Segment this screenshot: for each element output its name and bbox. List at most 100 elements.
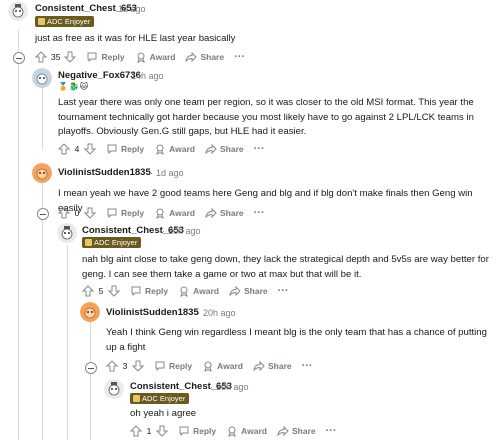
upvote-icon[interactable] [58, 207, 70, 219]
upvote-icon[interactable] [82, 285, 94, 297]
reply-label: Reply [145, 286, 169, 296]
upvote-icon[interactable] [130, 425, 142, 437]
timestamp: · 1d ago [150, 168, 184, 178]
comment-actions: 5 Reply Award Share ··· [82, 284, 289, 298]
comment-actions: 0 Reply Award Share ··· [58, 206, 265, 220]
more-options-icon[interactable]: ··· [302, 360, 313, 372]
share-label: Share [243, 286, 268, 296]
share-label: Share [219, 208, 244, 218]
vote-count: 4 [74, 144, 80, 154]
comment-body: Last year there was only one team per re… [58, 97, 474, 137]
avatar[interactable] [8, 1, 28, 21]
comment-actions: 3 Reply Award Share ··· [106, 359, 313, 373]
reply-button[interactable]: Reply [130, 285, 168, 297]
award-label: Award [169, 144, 195, 154]
thread-line[interactable] [90, 320, 91, 440]
more-options-icon[interactable]: ··· [254, 207, 265, 219]
share-button[interactable]: Share [277, 425, 316, 437]
timestamp-text: 20h ago [216, 382, 249, 392]
downvote-icon[interactable] [64, 51, 77, 63]
comment-actions: 4 Reply Award Share ··· [58, 142, 265, 156]
timestamp: · 20h ago [162, 226, 201, 236]
comment-bubble-icon [87, 52, 97, 63]
user-emblems: 🏅🐉🐱 [58, 82, 90, 91]
share-button[interactable]: Share [185, 51, 224, 63]
award-button[interactable]: Award [226, 425, 267, 437]
more-options-icon[interactable]: ··· [234, 51, 245, 63]
avatar[interactable] [57, 223, 77, 243]
award-label: Award [241, 426, 267, 436]
thread-line[interactable] [42, 88, 43, 150]
more-options-icon[interactable]: ··· [254, 143, 265, 155]
reply-button[interactable]: Reply [106, 207, 144, 219]
collapse-thread-button[interactable] [13, 52, 25, 64]
downvote-icon[interactable] [132, 360, 144, 372]
timestamp: · 20h ago [197, 308, 236, 318]
award-label: Award [193, 286, 219, 296]
reply-button[interactable]: Reply [106, 143, 144, 155]
timestamp: · 1d ago [112, 4, 146, 14]
share-button[interactable]: Share [253, 360, 292, 372]
vote-count: 0 [74, 208, 80, 218]
award-button[interactable]: Award [154, 207, 195, 219]
reply-button[interactable]: Reply [86, 51, 125, 63]
award-button[interactable]: Award [178, 285, 219, 297]
upvote-icon[interactable] [106, 360, 118, 372]
award-button[interactable]: Award [135, 51, 176, 63]
user-flair: ADC Enjoyer [35, 16, 95, 27]
reply-label: Reply [121, 208, 145, 218]
share-button[interactable]: Share [205, 207, 244, 219]
avatar[interactable] [80, 302, 100, 322]
avatar[interactable] [32, 68, 52, 88]
collapse-thread-button[interactable] [85, 362, 97, 374]
share-button[interactable]: Share [229, 285, 268, 297]
downvote-icon[interactable] [156, 425, 168, 437]
thread-line[interactable] [18, 30, 19, 440]
flair-icon [85, 239, 92, 246]
award-icon [228, 426, 236, 437]
award-button[interactable]: Award [202, 360, 243, 372]
timestamp: · 14h ago [125, 71, 164, 81]
reply-button[interactable]: Reply [178, 425, 216, 437]
downvote-icon[interactable] [84, 143, 96, 155]
award-label: Award [169, 208, 195, 218]
timestamp-text: 1d ago [118, 4, 146, 14]
collapse-thread-button[interactable] [37, 208, 49, 220]
share-button[interactable]: Share [205, 143, 244, 155]
avatar[interactable] [104, 379, 124, 399]
award-label: Award [149, 52, 176, 62]
upvote-icon[interactable] [35, 51, 47, 63]
comment-body: Yeah I think Geng win regardless I meant… [106, 327, 487, 353]
share-icon [205, 143, 217, 155]
award-button[interactable]: Award [154, 143, 195, 155]
award-icon [136, 52, 145, 63]
downvote-icon[interactable] [108, 285, 120, 297]
share-label: Share [200, 52, 225, 62]
upvote-icon[interactable] [58, 143, 70, 155]
share-icon [277, 425, 289, 437]
reply-label: Reply [101, 52, 125, 62]
award-icon [156, 144, 164, 155]
username[interactable]: ViolinistSudden1835 [58, 167, 151, 178]
thread-line[interactable] [67, 245, 68, 440]
share-icon [229, 285, 241, 297]
more-options-icon[interactable]: ··· [278, 285, 289, 297]
award-icon [156, 208, 164, 219]
vote-count: 35 [51, 52, 61, 62]
comment-body: oh yeah i agree [130, 408, 197, 419]
comment-actions: 1 Reply Award Share ··· [130, 424, 337, 438]
award-icon [204, 361, 212, 372]
comment-bubble-icon [131, 286, 141, 297]
flair-text: ADC Enjoyer [94, 238, 138, 247]
comment-actions: 35 Reply Award Share ··· [35, 50, 245, 64]
username[interactable]: ViolinistSudden1835 [106, 307, 199, 318]
reply-label: Reply [193, 426, 217, 436]
more-options-icon[interactable]: ··· [326, 425, 337, 437]
reply-button[interactable]: Reply [154, 360, 192, 372]
flair-icon [38, 18, 45, 25]
avatar[interactable] [32, 163, 52, 183]
downvote-icon[interactable] [84, 207, 96, 219]
comment-bubble-icon [107, 208, 117, 219]
reply-label: Reply [169, 361, 193, 371]
vote-count: 3 [122, 361, 128, 371]
